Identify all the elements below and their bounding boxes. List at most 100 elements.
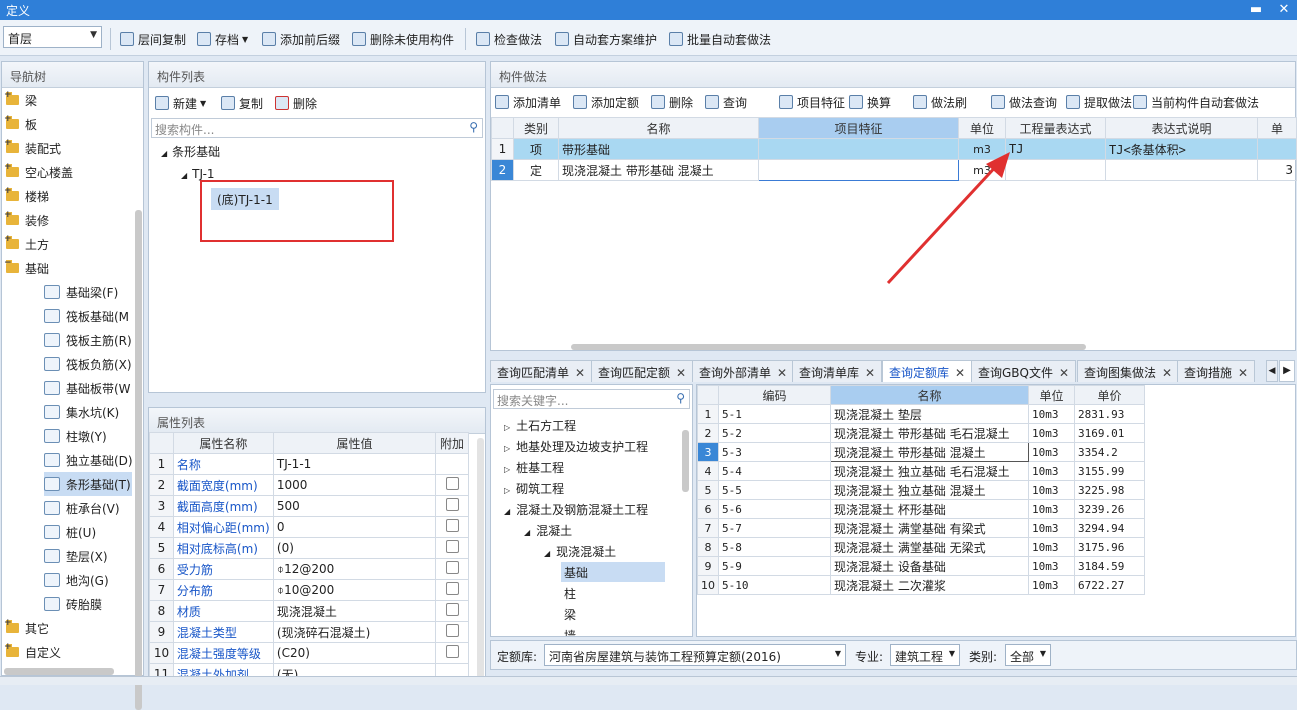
method-tool-button[interactable]: 做法刷	[913, 93, 967, 111]
method-cell-desc[interactable]: TJ<条基体积>	[1105, 138, 1258, 160]
property-row[interactable]: 1 名称 TJ-1-1	[149, 453, 469, 475]
quota-tree-item[interactable]: ◢ 现浇混凝土	[541, 541, 619, 561]
method-cell-type[interactable]: 定	[513, 159, 559, 181]
property-value[interactable]: ⌽10@200	[272, 579, 437, 601]
add-checkbox[interactable]	[445, 645, 459, 658]
expand-icon[interactable]: ◢	[544, 549, 550, 558]
query-tab[interactable]: 查询图集做法 ✕	[1077, 360, 1180, 382]
close-icon[interactable]: ✕	[1059, 366, 1069, 380]
method-cell-expr[interactable]: TJ	[1005, 138, 1106, 160]
nav-item[interactable]: 筏板基础(M	[44, 304, 129, 328]
property-value[interactable]: 0	[272, 516, 437, 538]
nav-item[interactable]: 桩承台(V)	[44, 496, 120, 520]
nav-item[interactable]: + 空心楼盖	[4, 160, 73, 184]
expand-icon[interactable]: +	[4, 642, 12, 652]
expand-icon[interactable]: +	[4, 138, 12, 148]
copy-between-floors-button[interactable]: 层间复制	[120, 30, 186, 48]
quota-tree-item[interactable]: ▷ 地基处理及边坡支护工程	[501, 436, 651, 456]
nav-item[interactable]: 地沟(G)	[44, 568, 109, 592]
nav-item[interactable]: + 自定义	[4, 640, 61, 664]
nav-item[interactable]: + 土方	[4, 232, 49, 256]
quota-row[interactable]: 7 5-7 现浇混凝土 满堂基础 有梁式 10m3 3294.94	[697, 518, 1145, 538]
property-value[interactable]: 500	[272, 495, 437, 517]
method-cell-name[interactable]: 带形基础	[558, 138, 759, 160]
quota-row[interactable]: 5 5-5 现浇混凝土 独立基础 混凝土 10m3 3225.98	[697, 480, 1145, 500]
tree-root[interactable]: ◢ 条形基础	[161, 143, 220, 160]
expand-icon[interactable]: −	[4, 258, 12, 268]
quota-tree-item[interactable]: ◢ 混凝土	[521, 520, 575, 540]
quota-lib-select[interactable]: 河南省房屋建筑与装饰工程预算定额(2016) ▼	[544, 644, 846, 666]
quota-row[interactable]: 1 5-1 现浇混凝土 垫层 10m3 2831.93	[697, 404, 1145, 424]
nav-item[interactable]: 柱墩(Y)	[44, 424, 107, 448]
quota-row[interactable]: 4 5-4 现浇混凝土 独立基础 毛石混凝土 10m3 3155.99	[697, 461, 1145, 481]
quota-search-input[interactable]: 搜索关键字... ⚲	[493, 389, 690, 409]
close-icon[interactable]: ✕	[1238, 366, 1248, 380]
method-tool-button[interactable]: 添加定额	[573, 93, 639, 111]
property-row[interactable]: 5 相对底标高(m) (0)	[149, 537, 469, 559]
close-icon[interactable]: ✕	[955, 366, 965, 380]
property-scrollbar[interactable]	[477, 438, 484, 676]
quota-row[interactable]: 6 5-6 现浇混凝土 杯形基础 10m3 3239.26	[697, 499, 1145, 519]
property-row[interactable]: 9 混凝土类型 (现浇碎石混凝土)	[149, 621, 469, 643]
floor-select[interactable]: 首层 ▼	[3, 26, 102, 48]
quota-row[interactable]: 3 5-3 现浇混凝土 带形基础 混凝土 10m3 3354.2	[697, 442, 1145, 462]
property-row[interactable]: 2 截面宽度(mm) 1000	[149, 474, 469, 496]
expand-icon[interactable]: +	[4, 162, 12, 172]
close-icon[interactable]: ✕	[777, 366, 787, 380]
expand-icon[interactable]: +	[4, 618, 12, 628]
quota-tree-item[interactable]: 基础	[561, 562, 665, 582]
property-value[interactable]: (现浇碎石混凝土)	[272, 621, 437, 643]
close-icon[interactable]: ✕	[575, 366, 585, 380]
quota-tree-item[interactable]: ◢ 混凝土及钢筋混凝土工程	[501, 499, 651, 519]
property-value[interactable]: (无)	[272, 663, 437, 676]
check-method-button[interactable]: 检查做法	[476, 30, 542, 48]
expand-icon[interactable]: ◢	[504, 507, 510, 516]
add-checkbox[interactable]	[445, 498, 459, 511]
method-tool-button[interactable]: 项目特征	[779, 93, 845, 111]
nav-item[interactable]: 筏板主筋(R)	[44, 328, 132, 352]
method-cell-expr[interactable]	[1005, 159, 1106, 181]
query-tab[interactable]: 查询措施 ✕	[1177, 360, 1256, 382]
close-icon[interactable]: ✕	[865, 366, 875, 380]
expand-icon[interactable]: ▷	[504, 486, 510, 495]
new-component-button[interactable]: 新建 ▼	[155, 94, 206, 112]
nav-hscrollbar[interactable]	[4, 668, 114, 675]
minimize-button[interactable]: ▬	[1247, 1, 1265, 19]
query-tab[interactable]: 查询清单库 ✕	[792, 360, 883, 382]
method-tool-button[interactable]: 添加清单	[495, 93, 561, 111]
quota-row[interactable]: 2 5-2 现浇混凝土 带形基础 毛石混凝土 10m3 3169.01	[697, 423, 1145, 443]
query-tab[interactable]: 查询定额库 ✕	[882, 360, 973, 382]
property-row[interactable]: 8 材质 现浇混凝土	[149, 600, 469, 622]
nav-item[interactable]: 独立基础(D)	[44, 448, 133, 472]
nav-item[interactable]: + 装配式	[4, 136, 61, 160]
method-tool-button[interactable]: 当前构件自动套做法	[1133, 93, 1259, 111]
property-value[interactable]: ⌽12@200	[272, 558, 437, 580]
quota-tree-item[interactable]: 墙	[561, 625, 579, 636]
nav-item[interactable]: + 其它	[4, 616, 49, 640]
nav-item[interactable]: + 楼梯	[4, 184, 49, 208]
nav-scrollbar[interactable]	[135, 210, 142, 710]
category-select[interactable]: 全部 ▼	[1005, 644, 1051, 666]
method-cell-price[interactable]: 3	[1257, 159, 1297, 181]
property-row[interactable]: 6 受力筋 ⌽12@200	[149, 558, 469, 580]
quota-tree-item[interactable]: ▷ 砌筑工程	[501, 478, 567, 498]
method-tool-button[interactable]: 换算	[849, 93, 891, 111]
nav-item[interactable]: + 装修	[4, 208, 49, 232]
quota-tree-item[interactable]: 柱	[561, 583, 579, 603]
close-icon[interactable]: ✕	[676, 366, 686, 380]
method-tool-button[interactable]: 删除	[651, 93, 693, 111]
add-checkbox[interactable]	[445, 519, 459, 532]
nav-item[interactable]: 集水坑(K)	[44, 400, 119, 424]
add-checkbox[interactable]	[445, 603, 459, 616]
property-value[interactable]: TJ-1-1	[272, 453, 437, 475]
tree-child[interactable]: ◢ TJ-1	[181, 167, 215, 181]
quota-row[interactable]: 9 5-9 现浇混凝土 设备基础 10m3 3184.59	[697, 556, 1145, 576]
property-row[interactable]: 4 相对偏心距(mm) 0	[149, 516, 469, 538]
expand-icon[interactable]: +	[4, 210, 12, 220]
close-icon[interactable]: ✕	[1162, 366, 1172, 380]
add-checkbox[interactable]	[445, 540, 459, 553]
property-row[interactable]: 10 混凝土强度等级 (C20)	[149, 642, 469, 664]
nav-item[interactable]: 基础梁(F)	[44, 280, 118, 304]
delete-component-button[interactable]: 删除	[275, 94, 317, 112]
expand-icon[interactable]: +	[4, 90, 12, 100]
